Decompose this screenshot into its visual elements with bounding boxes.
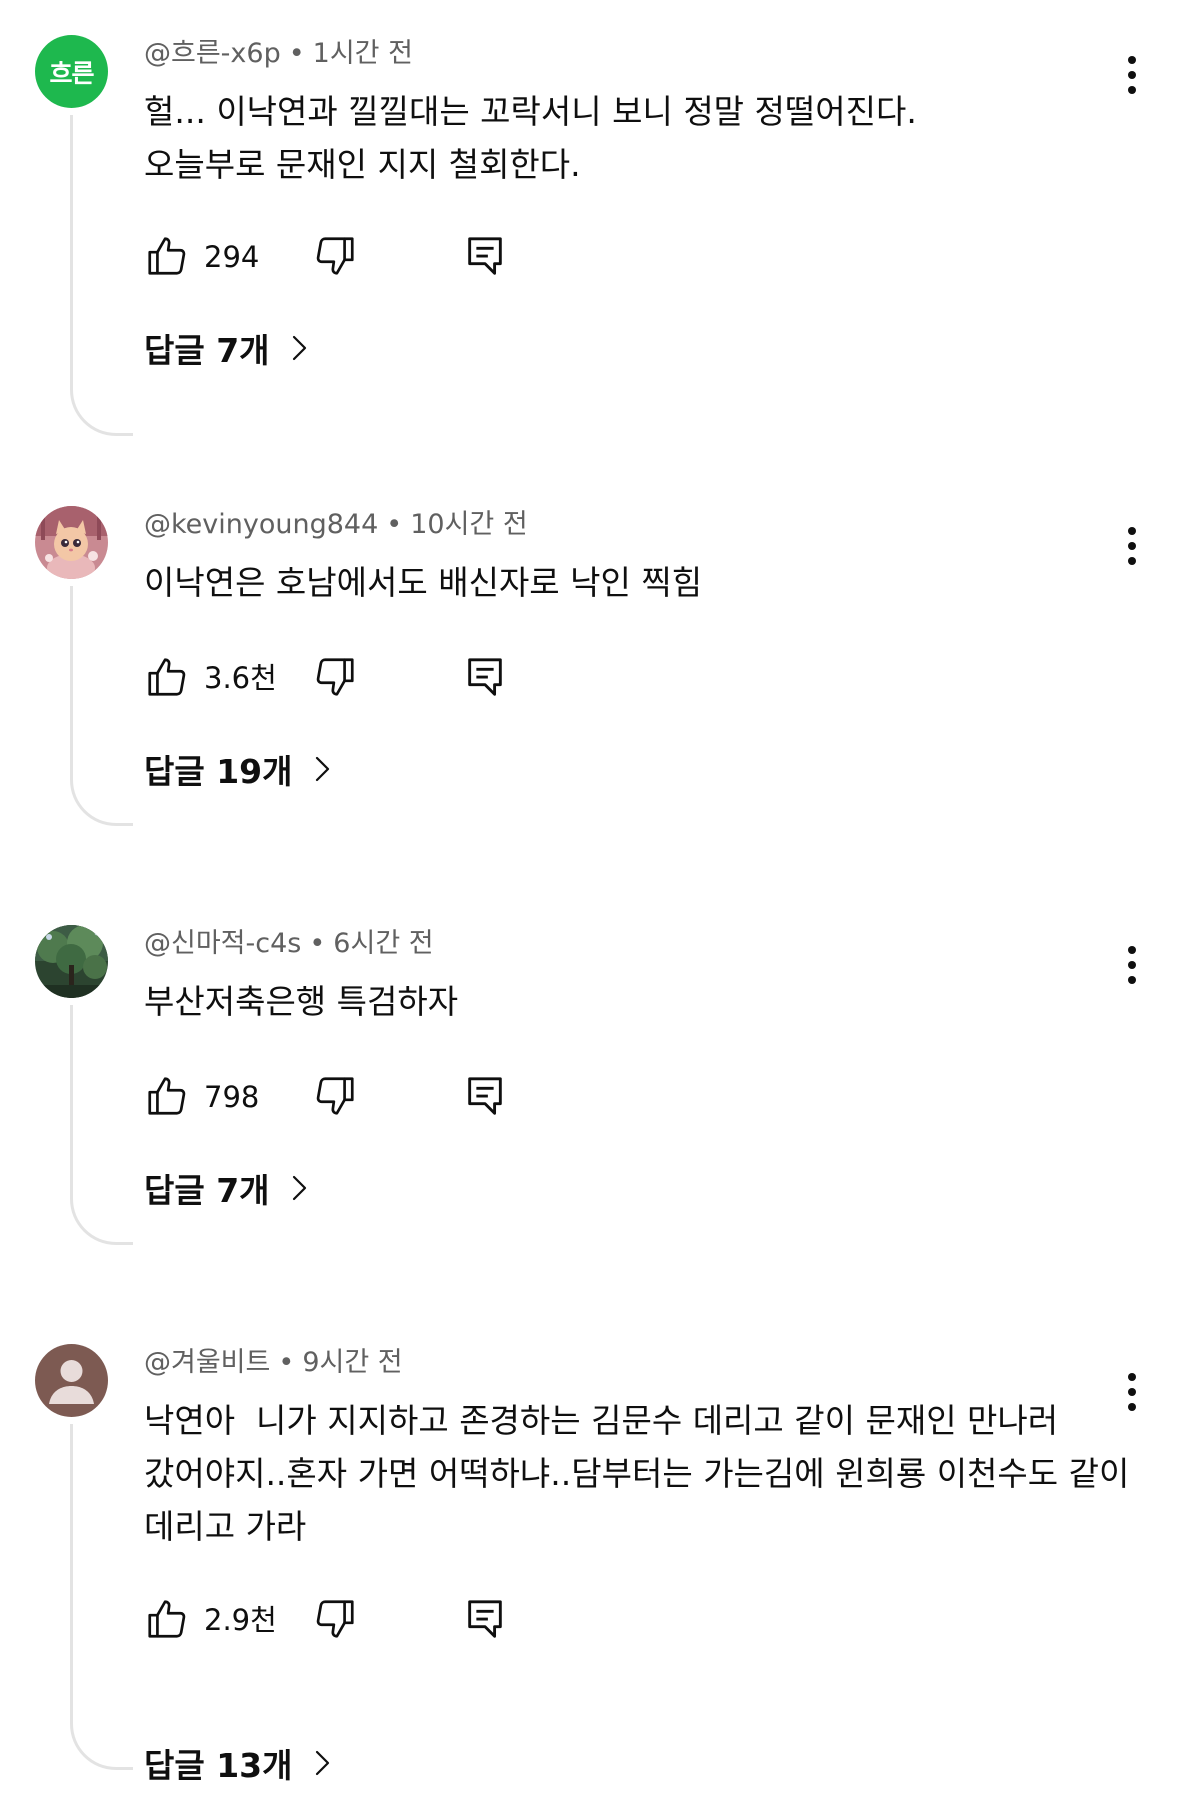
meta-separator: • xyxy=(288,38,305,69)
replies-label: 답글 7개 xyxy=(144,331,270,370)
like-count: 3.6천 xyxy=(204,661,277,695)
reply-comment-icon xyxy=(468,237,502,275)
cat-avatar-icon xyxy=(35,506,108,579)
like-count: 798 xyxy=(204,1080,260,1114)
thumbs-up-icon xyxy=(148,1600,186,1638)
chevron-right-icon xyxy=(315,756,329,782)
comment-author[interactable]: @kevinyoung844 xyxy=(144,509,378,540)
comment-meta: @kevinyoung844 • 10시간 전 xyxy=(144,508,528,542)
comment-time[interactable]: 1시간 전 xyxy=(313,38,413,69)
avatar[interactable] xyxy=(35,925,108,998)
chevron-right-icon xyxy=(292,1175,306,1201)
like-button[interactable] xyxy=(144,233,190,279)
like-button[interactable] xyxy=(144,654,190,700)
tree-avatar-icon xyxy=(35,925,108,998)
thumbs-down-icon xyxy=(316,1077,354,1115)
comment-meta: @신마적-c4s • 6시간 전 xyxy=(144,927,434,961)
like-button[interactable] xyxy=(144,1596,190,1642)
comment-text: 부산저축은행 특검하자 xyxy=(144,982,459,1021)
reply-button[interactable] xyxy=(462,654,508,700)
like-count: 294 xyxy=(204,240,260,274)
comment-actions: 798 xyxy=(144,1067,564,1127)
reply-button[interactable] xyxy=(462,1596,508,1642)
comment-meta: @흐른-x6p • 1시간 전 xyxy=(144,37,413,71)
comment-meta: @겨울비트 • 9시간 전 xyxy=(144,1346,403,1380)
dislike-button[interactable] xyxy=(312,654,358,700)
meta-separator: • xyxy=(309,928,326,959)
dislike-button[interactable] xyxy=(312,233,358,279)
avatar[interactable] xyxy=(35,1344,108,1417)
reply-button[interactable] xyxy=(462,233,508,279)
thumbs-up-icon xyxy=(148,1077,186,1115)
comment-actions: 294 xyxy=(144,227,564,287)
comment-text: 낙연아 니가 지지하고 존경하는 김문수 데리고 같이 문재인 만나러 갔어야지… xyxy=(144,1401,1140,1546)
comment-text: 헐... 이낙연과 낄낄대는 꼬락서니 보니 정말 정떨어진다. 오늘부로 문재… xyxy=(144,92,917,184)
reply-comment-icon xyxy=(468,1077,502,1115)
thumbs-down-icon xyxy=(316,237,354,275)
replies-label: 답글 7개 xyxy=(144,1171,270,1210)
thumbs-down-icon xyxy=(316,1600,354,1638)
comment-text: 이낙연은 호남에서도 배신자로 낙인 찍힘 xyxy=(144,563,703,602)
default-user-avatar-icon xyxy=(35,1344,108,1417)
meta-separator: • xyxy=(386,509,403,540)
comment-author[interactable]: @흐른-x6p xyxy=(144,38,281,69)
comment-actions: 2.9천 xyxy=(144,1590,564,1650)
avatar-initials: 흐른 xyxy=(35,35,108,108)
thread-line xyxy=(70,115,133,436)
meta-separator: • xyxy=(278,1347,295,1378)
chevron-right-icon xyxy=(315,1750,329,1776)
avatar[interactable]: 흐른 xyxy=(35,35,108,108)
thread-line xyxy=(70,1424,133,1770)
reply-button[interactable] xyxy=(462,1073,508,1119)
replies-label: 답글 19개 xyxy=(144,752,293,791)
comment-actions: 3.6천 xyxy=(144,648,564,708)
thread-line xyxy=(70,1005,133,1245)
view-replies-button[interactable]: 답글 7개 xyxy=(144,323,312,373)
view-replies-button[interactable]: 답글 19개 xyxy=(144,744,335,794)
comment-author[interactable]: @겨울비트 xyxy=(144,1347,270,1378)
thumbs-up-icon xyxy=(148,658,186,696)
dislike-button[interactable] xyxy=(312,1073,358,1119)
comment-time[interactable]: 9시간 전 xyxy=(302,1347,402,1378)
replies-label: 답글 13개 xyxy=(144,1746,293,1785)
comment-time[interactable]: 6시간 전 xyxy=(333,928,433,959)
comment-author[interactable]: @신마적-c4s xyxy=(144,928,301,959)
chevron-right-icon xyxy=(292,335,306,361)
view-replies-button[interactable]: 답글 13개 xyxy=(144,1738,335,1788)
reply-comment-icon xyxy=(468,1600,502,1638)
avatar[interactable] xyxy=(35,506,108,579)
like-count: 2.9천 xyxy=(204,1603,277,1637)
thumbs-up-icon xyxy=(148,237,186,275)
dislike-button[interactable] xyxy=(312,1596,358,1642)
reply-comment-icon xyxy=(468,658,502,696)
like-button[interactable] xyxy=(144,1073,190,1119)
thumbs-down-icon xyxy=(316,658,354,696)
view-replies-button[interactable]: 답글 7개 xyxy=(144,1163,312,1213)
comment-time[interactable]: 10시간 전 xyxy=(410,509,527,540)
thread-line xyxy=(70,586,133,826)
